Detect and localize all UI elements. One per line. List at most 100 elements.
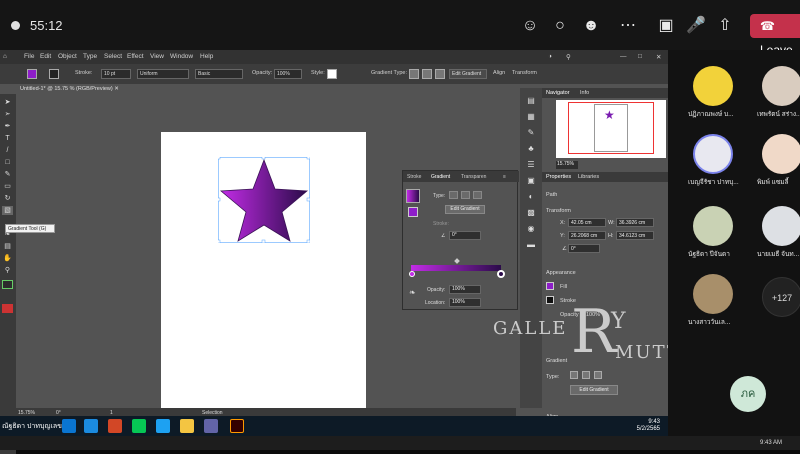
star-shape[interactable]	[216, 155, 311, 244]
gradient-stop-end[interactable]	[497, 270, 505, 278]
type-tool-icon[interactable]: T	[2, 134, 13, 143]
eraser-tool-icon[interactable]: ▭	[2, 182, 13, 191]
self-avatar[interactable]: ภค	[730, 376, 766, 412]
home-icon[interactable]: ⌂	[3, 53, 7, 60]
freeform-type-icon[interactable]	[473, 191, 482, 199]
reactions-icon[interactable]: ☻	[580, 15, 602, 37]
fill-indicator[interactable]	[408, 207, 418, 217]
pen-tool-icon[interactable]: ✒	[2, 122, 13, 131]
gradient-stop-start[interactable]	[409, 271, 415, 277]
w-field[interactable]: 36.3926 cm	[616, 218, 654, 227]
freeform-gradient-icon[interactable]	[435, 69, 445, 79]
linear-type-button[interactable]	[570, 371, 578, 379]
radial-type-button[interactable]	[582, 371, 590, 379]
graphic-styles-icon[interactable]: ▩	[525, 208, 537, 218]
align-link[interactable]: Align	[493, 70, 505, 76]
close-icon[interactable]: ✕	[656, 53, 661, 61]
layers-icon[interactable]: ☰	[525, 160, 537, 170]
chart-tool-icon[interactable]: ▤	[2, 242, 13, 251]
swatches-icon[interactable]: ▦	[525, 112, 537, 122]
radial-type-icon[interactable]	[461, 191, 470, 199]
x-field[interactable]: 42.05 cm	[568, 218, 606, 227]
participant-tile[interactable]: พิมพ์ แซมลี้	[757, 134, 800, 187]
angle-field[interactable]: 0°	[449, 231, 481, 240]
teams-icon[interactable]	[204, 419, 218, 433]
chat-icon[interactable]: ○	[549, 15, 571, 37]
brushes-icon[interactable]: ✎	[525, 128, 537, 138]
gradient-slider[interactable]	[411, 265, 501, 271]
participant-tile[interactable]: นางสาววันเล...	[688, 274, 738, 327]
stroke-weight-field[interactable]: 10 pt	[101, 69, 131, 79]
rotate-field[interactable]: 0°	[568, 244, 600, 253]
tab-info[interactable]: Info	[580, 90, 589, 96]
fill-stroke-icon[interactable]	[2, 280, 13, 289]
libraries-icon[interactable]: ▤	[525, 96, 537, 106]
zoom-tool-icon[interactable]: ⚲	[2, 266, 13, 275]
powerpoint-icon[interactable]	[108, 419, 122, 433]
gradient-preview-swatch[interactable]	[406, 189, 420, 203]
selection-tool-icon[interactable]: ➤	[2, 98, 13, 107]
opacity-field[interactable]: 100%	[274, 69, 302, 79]
tab-transparency[interactable]: Transparen	[461, 174, 486, 180]
radial-gradient-icon[interactable]	[422, 69, 432, 79]
maximize-icon[interactable]: □	[638, 53, 642, 60]
menu-view[interactable]: View	[150, 53, 164, 60]
eyedropper-icon[interactable]: ❧	[409, 288, 416, 297]
rotate-tool-icon[interactable]: ↻	[2, 194, 13, 203]
none-color-icon[interactable]	[2, 304, 13, 313]
style-swatch[interactable]	[327, 69, 337, 79]
browser-icon[interactable]	[156, 419, 170, 433]
share-icon[interactable]: ⇧	[714, 15, 736, 37]
brush-select[interactable]: Basic	[195, 69, 243, 79]
gradient-midpoint[interactable]	[454, 258, 460, 264]
menu-type[interactable]: Type	[83, 53, 97, 60]
more-options-icon[interactable]: ⋯	[617, 15, 639, 37]
menu-object[interactable]: Object	[58, 53, 77, 60]
tab-stroke[interactable]: Stroke	[407, 174, 421, 180]
hand-tool-icon[interactable]: ✋	[2, 254, 13, 263]
menu-window[interactable]: Window	[170, 53, 193, 60]
freeform-type-button[interactable]	[594, 371, 602, 379]
menu-edit[interactable]: Edit	[40, 53, 51, 60]
direct-selection-tool-icon[interactable]: ➣	[2, 110, 13, 119]
menu-select[interactable]: Select	[104, 53, 122, 60]
transform-link[interactable]: Transform	[512, 70, 537, 76]
variable-width-select[interactable]: Uniform	[137, 69, 189, 79]
opacity-field[interactable]: 100%	[449, 285, 481, 294]
menu-file[interactable]: File	[24, 53, 34, 60]
participant-tile[interactable]: เทพรัตน์ สร่าง...	[757, 66, 800, 119]
tab-navigator[interactable]: Navigator	[546, 90, 570, 96]
color-icon[interactable]: ◉	[525, 224, 537, 234]
tab-libraries[interactable]: Libraries	[578, 174, 599, 180]
participant-tile[interactable]: นัฐธิดา ปีจันดา	[688, 206, 738, 259]
appearance-icon[interactable]: ◐	[525, 192, 537, 202]
rectangle-tool-icon[interactable]: □	[2, 158, 13, 167]
camera-off-icon[interactable]: ▣	[655, 15, 677, 37]
artboards-icon[interactable]: ▣	[525, 176, 537, 186]
search-taskbar-icon[interactable]	[62, 419, 76, 433]
participant-tile[interactable]: นายเมธี จันท...	[757, 206, 800, 259]
stroke-swatch[interactable]	[49, 69, 59, 79]
more-participants-button[interactable]: +127	[762, 277, 800, 317]
stroke-icon[interactable]: ▬	[525, 240, 537, 250]
edit-gradient-panel-button[interactable]: Edit Gradient	[445, 205, 485, 214]
share-doc-icon[interactable]: ◑	[548, 53, 552, 60]
fill-swatch[interactable]	[27, 69, 37, 79]
navigator-zoom-field[interactable]: 15.75%	[556, 161, 578, 169]
mic-off-icon[interactable]: 🎤	[685, 15, 707, 37]
leave-button[interactable]: ☎ Leave	[750, 14, 800, 57]
close-tab-icon[interactable]: ✕	[114, 86, 119, 92]
navigator-thumbnail[interactable]: ★	[556, 100, 666, 158]
linear-gradient-icon[interactable]	[409, 69, 419, 79]
line-app-icon[interactable]	[132, 419, 146, 433]
menu-effect[interactable]: Effect	[127, 53, 144, 60]
tab-gradient[interactable]: Gradient	[431, 174, 450, 180]
location-field[interactable]: 100%	[449, 298, 481, 307]
h-field[interactable]: 34.6123 cm	[616, 231, 654, 240]
paintbrush-tool-icon[interactable]: ✎	[2, 170, 13, 179]
symbols-icon[interactable]: ♣	[525, 144, 537, 154]
panel-menu-icon[interactable]: ≡	[503, 174, 506, 180]
minimize-icon[interactable]: —	[620, 53, 627, 60]
line-tool-icon[interactable]: /	[2, 146, 13, 155]
stroke-color-swatch[interactable]	[546, 296, 554, 304]
